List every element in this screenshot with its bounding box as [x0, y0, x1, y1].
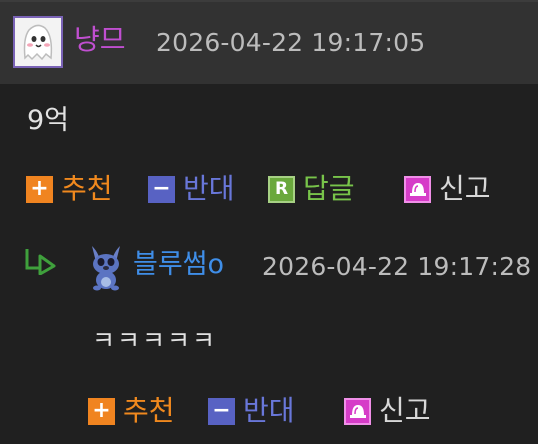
siren-icon	[344, 397, 371, 425]
report-label: 신고	[439, 172, 491, 205]
comment-header: 냥므 2026-04-22 19:17:05	[0, 0, 538, 84]
oppose-label: 반대	[183, 172, 235, 205]
stitch-icon	[92, 246, 120, 291]
reply-recommend-button[interactable]: + 추천	[88, 394, 175, 428]
recommend-button[interactable]: + 추천	[26, 172, 113, 206]
stitch-avatar[interactable]	[86, 240, 126, 292]
reply-button[interactable]: R 답글	[268, 172, 355, 206]
report-button[interactable]: 신고	[404, 172, 491, 206]
reply-arrow-icon	[25, 249, 56, 275]
reply-author[interactable]: 블루썸o	[133, 247, 224, 283]
recommend-label: 추천	[61, 172, 113, 205]
minus-icon: −	[208, 397, 235, 425]
ghost-avatar-icon	[23, 24, 53, 61]
reply-timestamp: 2026-04-22 19:17:28	[262, 252, 532, 281]
siren-icon	[404, 175, 431, 203]
reply-body: ㅋㅋㅋㅋㅋ	[92, 326, 218, 355]
reply-oppose-button[interactable]: − 반대	[208, 394, 295, 428]
plus-icon: +	[88, 397, 115, 425]
reply-label: 답글	[303, 172, 355, 205]
comment-body: 9억	[27, 105, 70, 136]
recommend-label: 추천	[123, 394, 175, 427]
oppose-button[interactable]: − 반대	[148, 172, 235, 206]
oppose-label: 반대	[243, 394, 295, 427]
plus-icon: +	[26, 175, 53, 203]
comment-author[interactable]: 냥므	[74, 22, 126, 58]
comment-timestamp: 2026-04-22 19:17:05	[156, 28, 426, 57]
minus-icon: −	[148, 175, 175, 203]
divider	[0, 0, 538, 2]
reply-report-button[interactable]: 신고	[344, 394, 431, 428]
r-icon: R	[268, 175, 295, 203]
report-label: 신고	[379, 394, 431, 427]
avatar[interactable]	[13, 16, 63, 68]
